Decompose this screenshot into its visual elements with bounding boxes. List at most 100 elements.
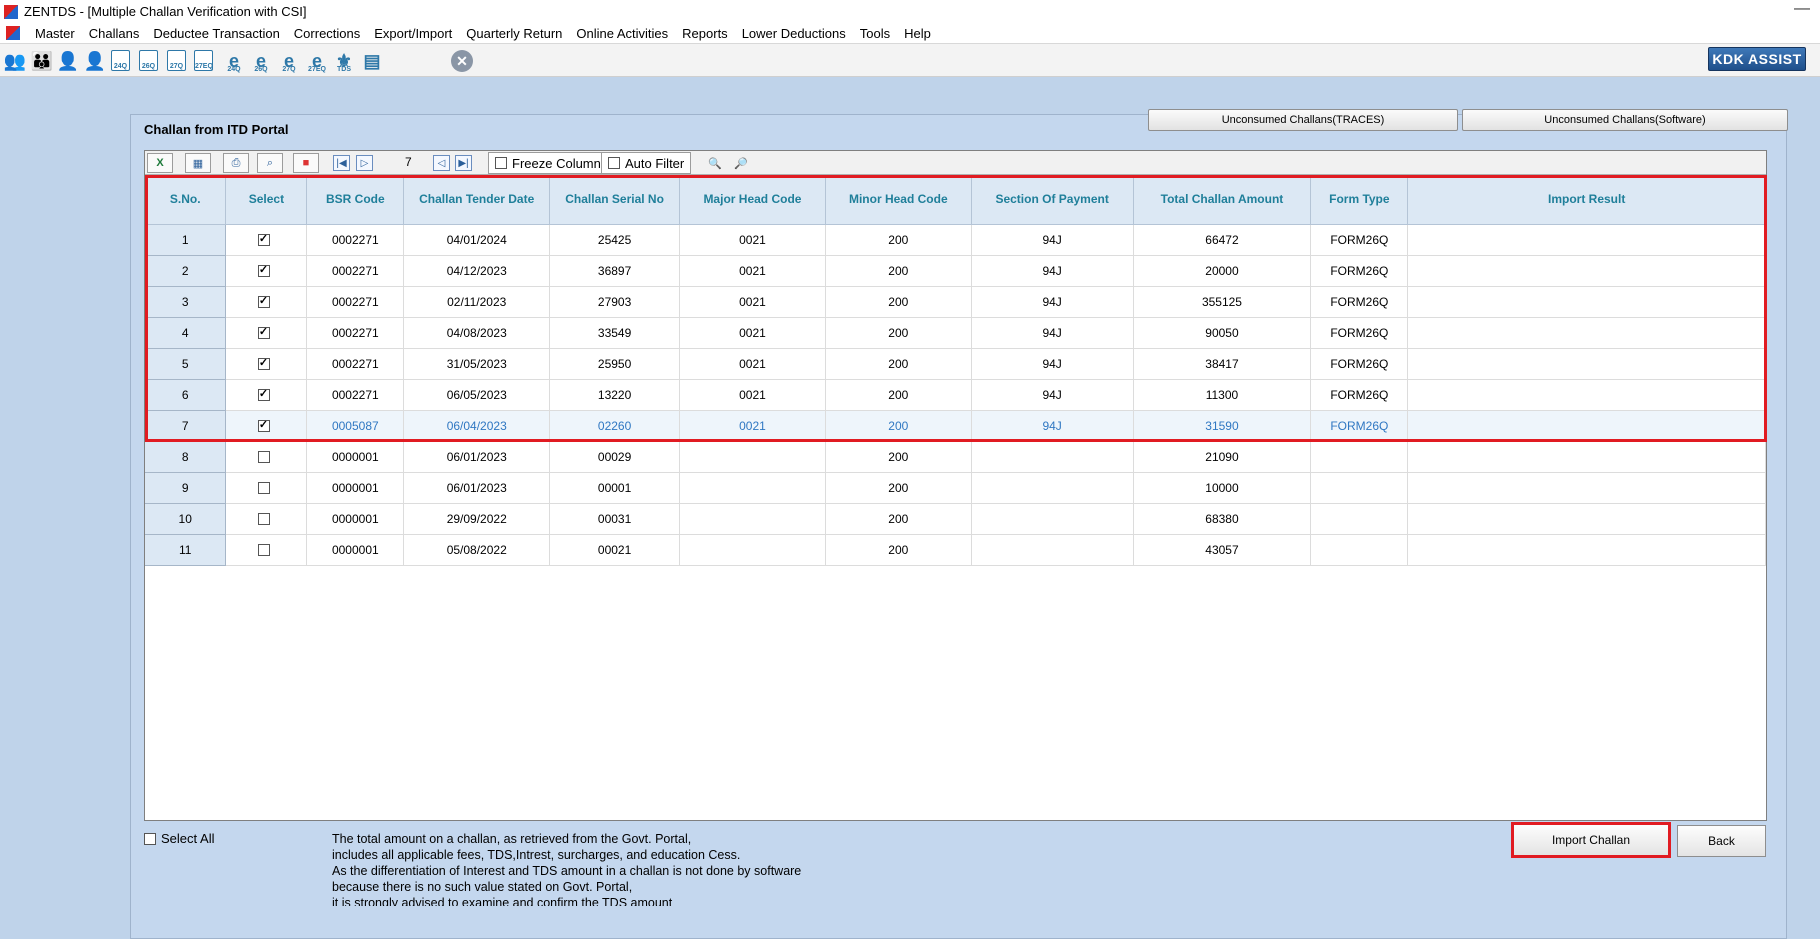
col-header-sno[interactable]: S.No. (145, 175, 227, 225)
row-select-checkbox[interactable] (257, 294, 270, 309)
row-select-checkbox[interactable] (257, 418, 270, 433)
menu-tools[interactable]: Tools (853, 26, 897, 41)
row-select-checkbox[interactable] (257, 325, 270, 340)
freeze-column-check-box[interactable] (495, 157, 507, 169)
col-header-form-type[interactable]: Form Type (1310, 175, 1409, 225)
menu-online-activities[interactable]: Online Activities (569, 26, 675, 41)
table-row[interactable]: 10 0000001 29/09/2022 00031 200 68380 (145, 503, 1766, 535)
table-row[interactable]: 6 000227106/05/202313220002120094J11300FO… (145, 379, 1766, 411)
back-button[interactable]: Back (1677, 825, 1766, 857)
cell-select[interactable] (225, 410, 308, 442)
row-select-checkbox[interactable] (257, 232, 270, 247)
col-header-import-result[interactable]: Import Result (1407, 175, 1766, 225)
cell-select[interactable] (225, 286, 308, 318)
row-select-checkbox[interactable] (257, 263, 270, 278)
mdi-document-icon[interactable] (6, 26, 20, 40)
group-by-icon[interactable]: ■ (293, 153, 319, 173)
cell-select[interactable] (225, 379, 308, 411)
unconsumed-challans-software-button[interactable]: Unconsumed Challans(Software) (1462, 109, 1788, 131)
auto-filter-check-box[interactable] (608, 157, 620, 169)
table-row[interactable]: 11 0000001 05/08/2022 00021 200 43057 (145, 534, 1766, 566)
table-row[interactable]: 8 0000001 06/01/2023 00029 200 21090 (145, 441, 1766, 473)
cell-select[interactable] (225, 224, 308, 256)
cell-select[interactable] (225, 503, 308, 535)
users-icon[interactable]: 👥 (3, 49, 27, 73)
col-header-section[interactable]: Section Of Payment (971, 175, 1134, 225)
csv-export-icon[interactable]: ▦ (185, 153, 211, 173)
form-26q-icon[interactable]: 26Q (139, 50, 158, 71)
e-26q-icon[interactable]: e 26Q (249, 49, 273, 74)
select-all-checkbox[interactable]: Select All (144, 831, 214, 846)
form-27q-icon[interactable]: 27Q (167, 50, 186, 71)
row-select-checkbox[interactable] (257, 356, 270, 371)
menu-master[interactable]: Master (28, 26, 82, 41)
table-row[interactable]: 7 000508706/04/202302260002120094J31590FO… (145, 410, 1766, 442)
menu-export-import[interactable]: Export/Import (367, 26, 459, 41)
cell-import-result (1407, 534, 1766, 566)
kdk-assist-button[interactable]: KDK ASSIST (1708, 47, 1806, 71)
cell-select[interactable] (225, 534, 308, 566)
search-icon[interactable]: ⌕ (257, 153, 283, 173)
find-user-icon[interactable]: 🔍 (702, 153, 728, 173)
cell-tender-date: 29/09/2022 (403, 503, 551, 535)
row-select-checkbox[interactable] (257, 387, 270, 402)
cell-select[interactable] (225, 348, 308, 380)
row-select-checkbox[interactable] (257, 451, 270, 464)
menu-corrections[interactable]: Corrections (287, 26, 367, 41)
first-page-icon[interactable]: |◀ (333, 155, 350, 171)
previous-page-icon[interactable]: ▷ (356, 155, 373, 171)
table-row[interactable]: 3 000227102/11/202327903002120094J355125F… (145, 286, 1766, 318)
minimize-icon[interactable]: — (1794, 0, 1810, 18)
auto-filter-label: Auto Filter (625, 155, 685, 171)
table-row[interactable]: 1 000227104/01/202425425002120094J66472FO… (145, 224, 1766, 256)
cell-sno: 5 (145, 348, 227, 380)
group-icon[interactable]: 👪 (30, 49, 54, 73)
freeze-column-checkbox[interactable]: Freeze Column (488, 152, 608, 174)
table-row[interactable]: 5 000227131/05/202325950002120094J38417FO… (145, 348, 1766, 380)
auto-filter-checkbox[interactable]: Auto Filter (601, 152, 692, 174)
menu-help[interactable]: Help (897, 26, 938, 41)
close-icon[interactable]: ✕ (451, 50, 473, 72)
col-header-bsr-code[interactable]: BSR Code (306, 175, 405, 225)
last-page-icon[interactable]: ▶| (455, 155, 472, 171)
col-header-minor-head[interactable]: Minor Head Code (825, 175, 972, 225)
previous-record-icon[interactable]: ◁ (433, 155, 450, 171)
col-header-serial-no[interactable]: Challan Serial No (549, 175, 681, 225)
row-select-checkbox[interactable] (257, 513, 270, 526)
print-icon[interactable]: ⎙ (223, 153, 249, 173)
form-27eq-icon[interactable]: 27EQ (194, 50, 213, 71)
cell-tender-date: 04/12/2023 (403, 255, 551, 287)
e-27eq-icon[interactable]: e 27EQ (305, 49, 329, 74)
certificate-icon[interactable]: ▤ (360, 49, 384, 73)
row-select-checkbox[interactable] (257, 544, 270, 557)
table-row[interactable]: 9 0000001 06/01/2023 00001 200 10000 (145, 472, 1766, 504)
col-header-tender-date[interactable]: Challan Tender Date (403, 175, 551, 225)
cell-select[interactable] (225, 441, 308, 473)
col-header-select[interactable]: Select (225, 175, 308, 225)
unconsumed-challans-traces-button[interactable]: Unconsumed Challans(TRACES) (1148, 109, 1458, 131)
e-27q-icon[interactable]: e 27Q (277, 49, 301, 74)
e-24q-icon[interactable]: e 24Q (222, 49, 246, 74)
person-doc-icon[interactable]: 👤 (56, 49, 80, 73)
find-next-icon[interactable]: 🔎 (728, 153, 754, 173)
menu-quarterly-return[interactable]: Quarterly Return (459, 26, 569, 41)
import-challan-button[interactable]: Import Challan (1511, 822, 1671, 858)
menu-deductee-transaction[interactable]: Deductee Transaction (146, 26, 286, 41)
row-select-checkbox[interactable] (257, 482, 270, 495)
cell-select[interactable] (225, 317, 308, 349)
menu-lower-deductions[interactable]: Lower Deductions (735, 26, 853, 41)
cell-select[interactable] (225, 472, 308, 504)
select-all-check-box[interactable] (144, 832, 156, 845)
menu-challans[interactable]: Challans (82, 26, 147, 41)
table-row[interactable]: 2 000227104/12/202336897002120094J20000FO… (145, 255, 1766, 287)
person-doc2-icon[interactable]: 👤 (83, 49, 107, 73)
cell-minor-head: 200 (825, 410, 972, 442)
tds-icon[interactable]: ⚜ TDS (332, 49, 356, 74)
form-24q-icon[interactable]: 24Q (111, 50, 130, 71)
col-header-total-amount[interactable]: Total Challan Amount (1133, 175, 1312, 225)
table-row[interactable]: 4 000227104/08/202333549002120094J90050FO… (145, 317, 1766, 349)
menu-reports[interactable]: Reports (675, 26, 735, 41)
col-header-major-head[interactable]: Major Head Code (679, 175, 826, 225)
cell-select[interactable] (225, 255, 308, 287)
excel-export-icon[interactable]: X (147, 153, 173, 173)
